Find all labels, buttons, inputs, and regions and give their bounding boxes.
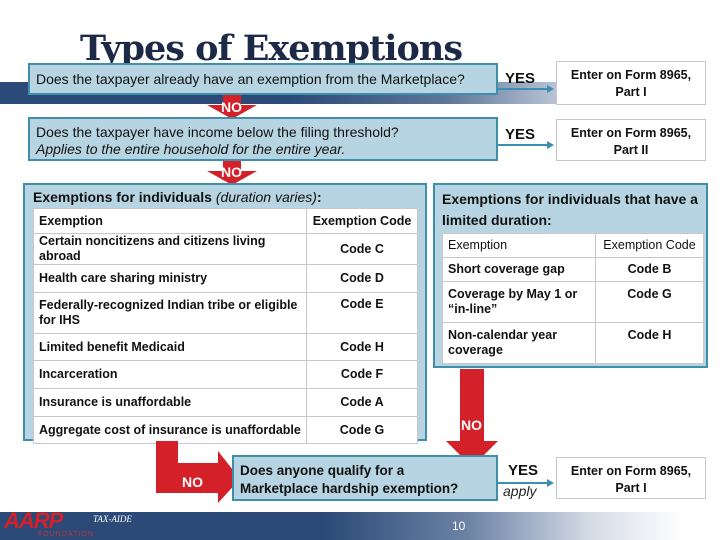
table-header-row: Exemption Exemption Code [442, 233, 704, 258]
yes-label: YES [505, 126, 536, 143]
code-cell: Code B [595, 257, 704, 282]
result-form-8965-part-1: Enter on Form 8965, Part I [556, 61, 706, 105]
exemption-cell: Non-calendar year coverage [442, 322, 596, 364]
exemption-cell: Aggregate cost of insurance is unafforda… [33, 416, 307, 444]
question-text-line: Does anyone qualify for a [240, 463, 405, 478]
exemption-cell: Insurance is unaffordable [33, 388, 307, 417]
yes-label: YES [508, 462, 539, 479]
exemption-cell: Limited benefit Medicaid [33, 333, 307, 361]
table-row: Aggregate cost of insurance is unafforda… [33, 416, 418, 444]
code-cell: Code D [306, 264, 418, 293]
header-exemption: Exemption [33, 208, 307, 234]
panel-title: Exemptions for individuals that have a l… [442, 191, 698, 228]
yes-arrow-line [498, 482, 548, 484]
question-marketplace-exemption: Does the taxpayer already have an exempt… [28, 63, 498, 95]
individual-exemptions-table: Exemption Exemption Code Certain nonciti… [33, 208, 418, 444]
table-row: Health care sharing ministry Code D [33, 264, 418, 293]
aarp-logo-foundation: FOUNDATION [38, 531, 94, 538]
header-exemption: Exemption [442, 233, 596, 258]
panel-title-italic: (duration varies) [215, 189, 317, 205]
question-hardship-exemption: Does anyone qualify for a Marketplace ha… [232, 455, 498, 501]
code-cell: Code G [306, 416, 418, 444]
code-cell: Code A [306, 388, 418, 417]
code-cell: Code H [595, 322, 704, 364]
table-row: Limited benefit Medicaid Code H [33, 333, 418, 361]
table-row: Non-calendar year coverage Code H [442, 322, 704, 364]
no-label: NO [182, 474, 203, 490]
page-number: 10 [452, 519, 466, 533]
table-row: Insurance is unaffordable Code A [33, 388, 418, 417]
exemption-cell: Incarceration [33, 360, 307, 389]
no-label: NO [221, 99, 242, 115]
code-cell: Code C [306, 233, 418, 265]
question-text: Does the taxpayer have income below the … [36, 124, 399, 140]
header-code: Exemption Code [306, 208, 418, 234]
result-line: Part I [615, 481, 647, 495]
no-label: NO [221, 164, 242, 180]
result-line: Enter on Form 8965, [570, 68, 692, 82]
code-cell: Code H [306, 333, 418, 361]
exemption-cell: Short coverage gap [442, 257, 596, 282]
result-line: Part II [613, 143, 649, 157]
question-text-line: Marketplace hardship exemption? [240, 481, 459, 496]
exemption-cell: Coverage by May 1 or “in-line” [442, 281, 596, 323]
apply-label: apply [503, 483, 537, 499]
table-row: Federally-recognized Indian tribe or eli… [33, 292, 418, 334]
result-line: Enter on Form 8965, [570, 464, 692, 478]
no-arrow-bent [156, 441, 240, 503]
panel-title-suffix: : [316, 189, 322, 205]
yes-label: YES [505, 70, 536, 87]
result-line: Enter on Form 8965, [570, 126, 692, 140]
exemption-cell: Federally-recognized Indian tribe or eli… [33, 292, 307, 334]
table-row: Short coverage gap Code B [442, 257, 704, 282]
panel-limited-duration-exemptions: Exemptions for individuals that have a l… [433, 183, 708, 368]
question-text: Does the taxpayer already have an exempt… [36, 71, 465, 87]
table-header-row: Exemption Exemption Code [33, 208, 418, 234]
yes-arrow-head [547, 141, 554, 149]
result-form-8965-part-2: Enter on Form 8965, Part II [556, 119, 706, 161]
yes-arrow-head [547, 85, 554, 93]
header-code: Exemption Code [595, 233, 704, 258]
table-row: Coverage by May 1 or “in-line” Code G [442, 281, 704, 323]
no-label: NO [461, 417, 482, 433]
result-line: Part I [615, 85, 647, 99]
code-cell: Code F [306, 360, 418, 389]
panel-title-bold: Exemptions for individuals [33, 189, 212, 205]
program-name: TAX-AIDE [93, 514, 132, 524]
table-row: Incarceration Code F [33, 360, 418, 389]
exemption-cell: Health care sharing ministry [33, 264, 307, 293]
yes-arrow-head [547, 479, 554, 487]
question-income-threshold: Does the taxpayer have income below the … [28, 117, 498, 161]
limited-exemptions-table: Exemption Exemption Code Short coverage … [442, 233, 704, 364]
yes-arrow-line [498, 88, 548, 90]
panel-title: Exemptions for individuals (duration var… [33, 189, 322, 205]
table-row: Certain noncitizens and citizens living … [33, 233, 418, 265]
question-note: Applies to the entire household for the … [36, 141, 346, 157]
yes-arrow-line [498, 144, 548, 146]
exemption-cell: Certain noncitizens and citizens living … [33, 233, 307, 265]
code-cell: Code E [306, 292, 418, 334]
no-arrow-shape [156, 441, 240, 503]
code-cell: Code G [595, 281, 704, 323]
result-form-8965-part-1: Enter on Form 8965, Part I [556, 457, 706, 499]
panel-individual-exemptions: Exemptions for individuals (duration var… [23, 183, 427, 444]
